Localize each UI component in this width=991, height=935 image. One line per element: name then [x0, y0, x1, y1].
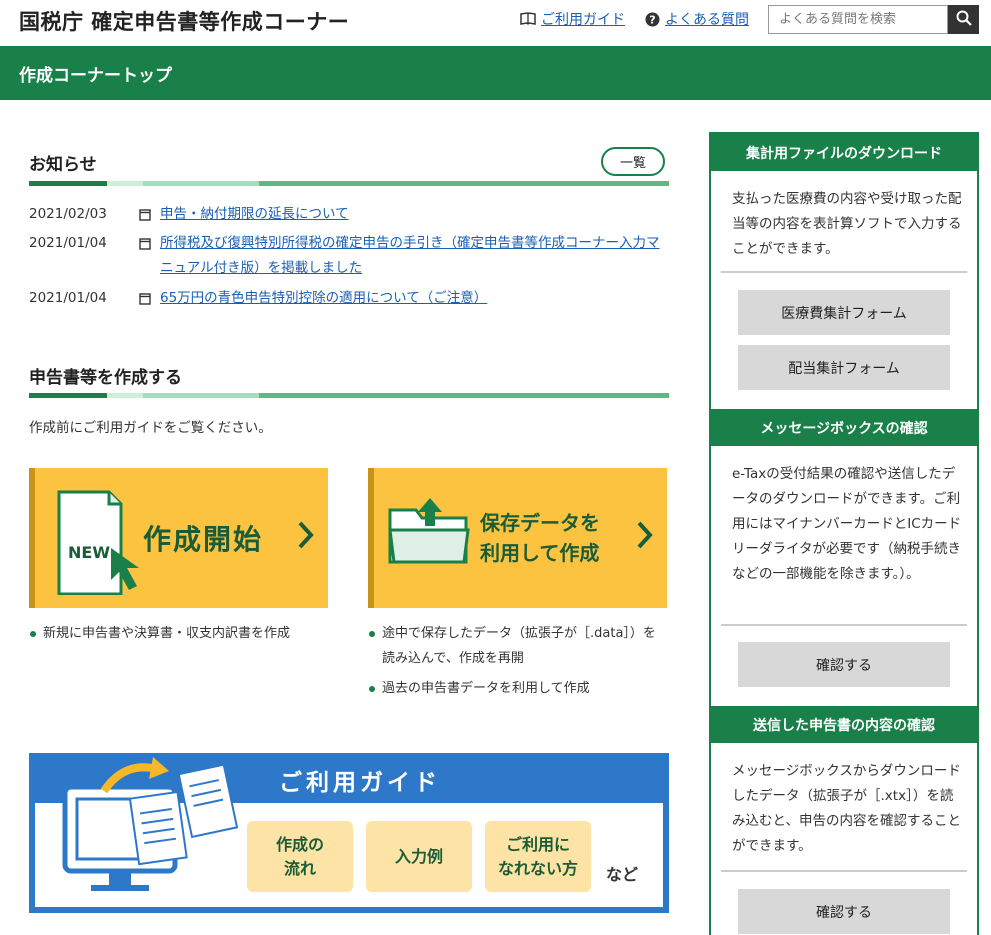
news-date: 2021/01/04	[29, 290, 107, 306]
news-list-button[interactable]: 一覧	[601, 147, 665, 176]
faq-search-input[interactable]	[768, 5, 948, 34]
news-link[interactable]: 申告・納付期限の延長について	[160, 202, 660, 227]
sent-return-text: メッセージボックスからダウンロードしたデータ（拡張子が［.xtx］）を読み込むと…	[732, 763, 961, 854]
guide-unable-box: ご利用に なれない方	[485, 821, 591, 892]
search-icon	[956, 10, 972, 29]
document-icon	[139, 238, 151, 254]
chevron-right-icon	[297, 518, 315, 556]
messagebox-text: e-Taxの受付結果の確認や送信したデータのダウンロードができます。ご利用にはマ…	[732, 466, 962, 582]
search-button[interactable]	[948, 5, 979, 34]
guide-etc: など	[606, 865, 639, 884]
divider	[721, 271, 967, 273]
computer-documents-icon	[29, 753, 249, 917]
use-saved-data-label: 保存データを 利用して作成	[480, 511, 600, 565]
divider	[721, 870, 967, 872]
list-item: 新規に申告書や決算書・収支内訳書を作成	[29, 621, 329, 646]
news-link[interactable]: 所得税及び復興特別所得税の確定申告の手引き（確定申告書等作成コーナー入力マニュア…	[160, 231, 660, 281]
start-create-button[interactable]: NEW 作成開始	[29, 468, 328, 608]
guide-link[interactable]: ご利用ガイド	[520, 9, 625, 29]
faq-link-label[interactable]: よくある質問	[665, 9, 749, 29]
use-saved-data-button[interactable]: 保存データを 利用して作成	[368, 468, 667, 608]
create-lead: 作成前にご利用ガイドをご覧ください。	[29, 420, 272, 436]
document-icon	[139, 293, 151, 309]
news-date: 2021/02/03	[29, 206, 107, 222]
chevron-right-icon	[636, 518, 654, 556]
saved-data-notes: 途中で保存したデータ（拡張子が［.data］）を読み込んで、作成を再開 過去の申…	[368, 621, 668, 701]
site-header: 国税庁 確定申告書等作成コーナー ご利用ガイド ? よくある質問	[0, 0, 991, 46]
messagebox-title: メッセージボックスの確認	[711, 409, 977, 446]
sent-return-title: 送信した申告書の内容の確認	[711, 706, 977, 743]
faq-link[interactable]: ? よくある質問	[645, 9, 749, 29]
document-icon	[139, 209, 151, 225]
medical-form-button[interactable]: 医療費集計フォーム	[738, 290, 950, 335]
breadcrumb-current: 作成コーナートップ	[19, 66, 172, 86]
start-create-label: 作成開始	[143, 523, 264, 556]
guide-banner[interactable]: ご利用ガイド 作成の 流れ 入力例 ご利用に なれない方 など	[29, 753, 669, 913]
download-text: 支払った医療費の内容や受け取った配当等の内容を表計算ソフトで入力することができま…	[732, 191, 962, 257]
news-link[interactable]: 65万円の青色申告特別控除の適用について（ご注意）	[160, 286, 660, 311]
guide-flow-box: 作成の 流れ	[247, 821, 353, 892]
site-title[interactable]: 国税庁 確定申告書等作成コーナー	[19, 6, 349, 36]
question-icon: ?	[645, 12, 660, 27]
list-item: 過去の申告書データを利用して作成	[368, 676, 668, 701]
sent-return-confirm-button[interactable]: 確認する	[738, 889, 950, 934]
guide-link-label[interactable]: ご利用ガイド	[541, 9, 625, 29]
list-item: 途中で保存したデータ（拡張子が［.data］）を読み込んで、作成を再開	[368, 621, 668, 671]
svg-text:?: ?	[649, 13, 655, 26]
svg-text:NEW: NEW	[68, 543, 110, 562]
messagebox-confirm-button[interactable]: 確認する	[738, 642, 950, 687]
guide-example-box: 入力例	[366, 821, 472, 892]
book-icon	[520, 12, 536, 26]
guide-banner-title: ご利用ガイド	[279, 770, 441, 796]
news-title: お知らせ	[29, 155, 97, 175]
new-document-icon: NEW	[53, 490, 153, 599]
create-rule	[29, 393, 669, 398]
news-date: 2021/01/04	[29, 235, 107, 251]
divider	[721, 624, 967, 626]
news-rule	[29, 181, 669, 186]
dividend-form-button[interactable]: 配当集計フォーム	[738, 345, 950, 390]
download-title: 集計用ファイルのダウンロード	[711, 134, 977, 171]
sidebar: 集計用ファイルのダウンロード 支払った医療費の内容や受け取った配当等の内容を表計…	[709, 132, 979, 935]
start-create-notes: 新規に申告書や決算書・収支内訳書を作成	[29, 621, 329, 646]
create-title: 申告書等を作成する	[29, 368, 182, 388]
folder-upload-icon	[386, 496, 472, 572]
breadcrumb-bar: 作成コーナートップ	[0, 46, 991, 100]
